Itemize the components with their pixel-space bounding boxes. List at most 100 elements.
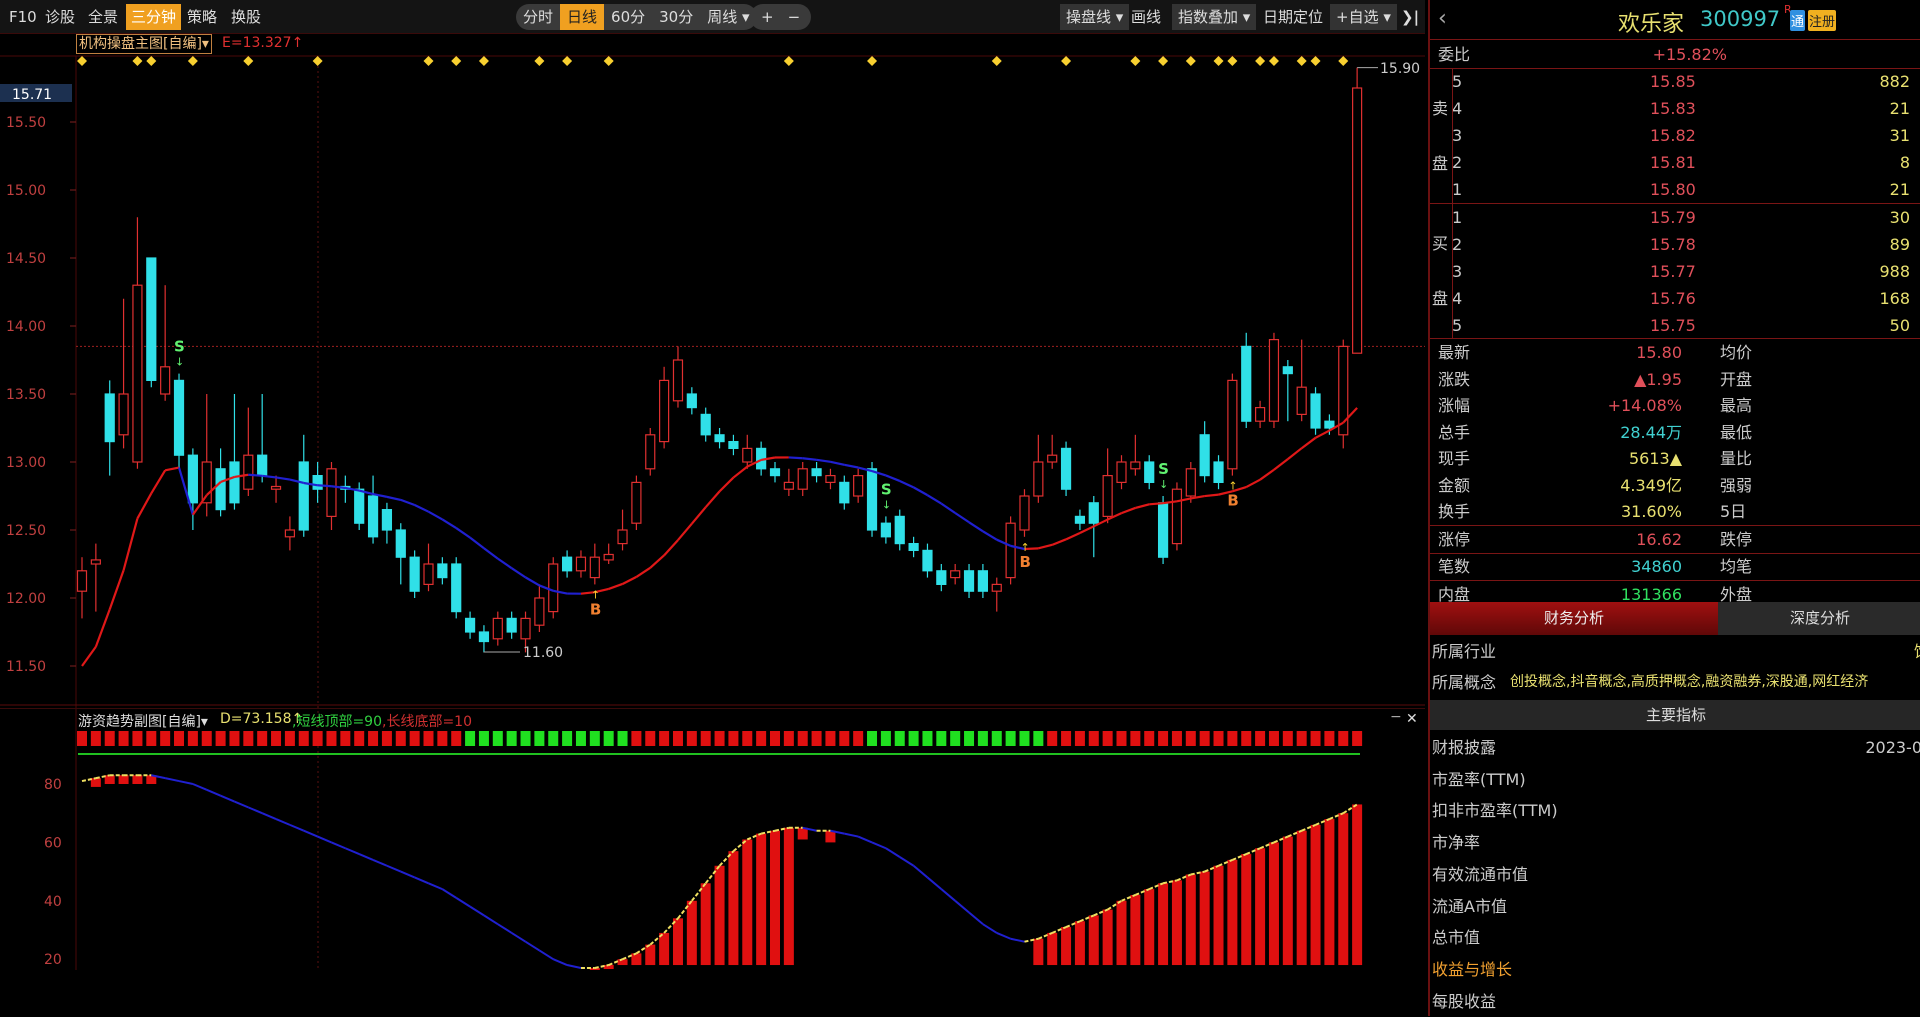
top-signal-block bbox=[812, 731, 822, 746]
level-price: 15.81 bbox=[1650, 149, 1696, 176]
bid-row[interactable]: 415.76168 bbox=[1430, 285, 1920, 312]
top-signal-block bbox=[424, 731, 434, 746]
back-icon[interactable]: ‹ bbox=[1438, 6, 1447, 31]
ask-row[interactable]: 415.8321 bbox=[1430, 95, 1920, 122]
bid-row[interactable]: 315.77988 bbox=[1430, 258, 1920, 285]
candle-body bbox=[771, 469, 780, 476]
stat-label: 笔数 bbox=[1438, 553, 1470, 580]
trend-bar bbox=[105, 775, 115, 784]
trend-bar bbox=[1200, 872, 1210, 965]
candle-body bbox=[1131, 462, 1140, 469]
candle-body bbox=[1200, 435, 1209, 476]
ma-line-segment bbox=[623, 577, 637, 584]
top-signal-block bbox=[271, 731, 281, 746]
ma-line-segment bbox=[262, 476, 276, 478]
candle-body bbox=[258, 455, 267, 475]
trend-bar bbox=[1214, 866, 1224, 965]
concept-value[interactable]: 创投概念,抖音概念,高质押概念,融资融券,深股通,网红经济 bbox=[1510, 669, 1868, 696]
candle-body bbox=[673, 360, 682, 401]
level-price: 15.85 bbox=[1650, 68, 1696, 95]
top-signal-block bbox=[174, 731, 184, 746]
trend-line-segment bbox=[914, 866, 928, 878]
top-signal-block bbox=[867, 731, 877, 746]
top-signal-block bbox=[687, 731, 697, 746]
diamond-marker bbox=[451, 56, 461, 66]
diamond-marker bbox=[479, 56, 489, 66]
level-number: 3 bbox=[1452, 122, 1462, 149]
concept-row: 所属概念 创投概念,抖音概念,高质押概念,融资融券,深股通,网红经济 bbox=[1430, 669, 1920, 699]
financial-label: 扣非市盈率(TTM) bbox=[1432, 795, 1558, 826]
tab-financial-analysis[interactable]: 财务分析 bbox=[1430, 602, 1718, 635]
level-volume: 21 bbox=[1890, 95, 1910, 122]
top-signal-block bbox=[77, 731, 87, 746]
ask-row[interactable]: 215.818 bbox=[1430, 149, 1920, 176]
long-bottom-value: ,长线底部=10 bbox=[382, 711, 472, 731]
quote-header: ‹ 欢乐家 300997 R 通 注册 bbox=[1430, 0, 1920, 40]
stat-value: 16.62 bbox=[1636, 526, 1682, 553]
trend-line-segment bbox=[359, 854, 373, 860]
level-volume: 8 bbox=[1900, 149, 1910, 176]
top-signal-block bbox=[146, 731, 156, 746]
level-volume: 31 bbox=[1890, 122, 1910, 149]
candle-body bbox=[1145, 462, 1154, 482]
diamond-marker bbox=[1158, 56, 1168, 66]
candle-body bbox=[188, 455, 197, 503]
current-price-tag: 15.71 bbox=[12, 87, 52, 103]
bid-row[interactable]: 115.7930 bbox=[1430, 204, 1920, 231]
top-signal-block bbox=[1338, 731, 1348, 746]
top-signal-block bbox=[257, 731, 267, 746]
d-value: D=73.158↑ bbox=[220, 711, 303, 727]
candle-body bbox=[147, 258, 156, 380]
stat-value: 5613▲ bbox=[1629, 445, 1682, 472]
trend-line-segment bbox=[221, 796, 235, 802]
ask-row[interactable]: 315.8231 bbox=[1430, 122, 1920, 149]
candle-body bbox=[1089, 503, 1098, 523]
bid-row[interactable]: 515.7550 bbox=[1430, 312, 1920, 339]
trend-line-segment bbox=[429, 883, 443, 889]
trend-line-segment bbox=[955, 901, 969, 913]
bid-row[interactable]: 215.7889 bbox=[1430, 231, 1920, 258]
trend-line-segment bbox=[941, 889, 955, 901]
top-signal-block bbox=[770, 731, 780, 746]
candle-body bbox=[299, 462, 308, 530]
candlestick-chart[interactable]: 15.7115.5015.0014.5014.0013.5013.0012.50… bbox=[0, 0, 1425, 970]
top-signal-block bbox=[701, 731, 711, 746]
minimize-subchart-button[interactable]: − bbox=[1390, 709, 1402, 725]
close-subchart-button[interactable]: ✕ bbox=[1406, 711, 1418, 727]
top-signal-block bbox=[1144, 731, 1154, 746]
stat-row: 涨停16.62跌停 bbox=[1430, 526, 1920, 553]
sub-y-tick-label: 40 bbox=[44, 894, 62, 910]
level-price: 15.78 bbox=[1650, 231, 1696, 258]
ma-line-segment bbox=[1135, 504, 1149, 508]
tab-depth-analysis[interactable]: 深度分析 bbox=[1718, 602, 1920, 635]
stat-label: 涨跌 bbox=[1438, 366, 1470, 393]
stat-label-right: 最低 bbox=[1720, 419, 1752, 446]
trend-bar bbox=[1144, 889, 1154, 965]
level-number: 4 bbox=[1452, 285, 1462, 312]
trend-bar bbox=[1103, 910, 1113, 965]
stat-label: 涨幅 bbox=[1438, 392, 1470, 419]
stat-label: 金额 bbox=[1438, 472, 1470, 499]
sub-indicator-selector[interactable]: 游资趋势副图[自编]▾ bbox=[78, 711, 208, 731]
ask-row[interactable]: 115.8021 bbox=[1430, 176, 1920, 203]
candle-body bbox=[355, 489, 364, 523]
top-signal-block bbox=[936, 731, 946, 746]
top-signal-block bbox=[91, 731, 101, 746]
ask-row[interactable]: 515.85882 bbox=[1430, 68, 1920, 95]
diamond-marker bbox=[1269, 56, 1279, 66]
sub-y-tick-label: 20 bbox=[44, 952, 62, 968]
trend-line-segment bbox=[886, 848, 900, 857]
level-number: 5 bbox=[1452, 312, 1462, 339]
ma-line-segment bbox=[692, 507, 706, 524]
candle-body bbox=[327, 469, 336, 517]
diamond-marker bbox=[1061, 56, 1071, 66]
candle-body bbox=[1034, 462, 1043, 496]
sub-y-tick-label: 60 bbox=[44, 835, 62, 851]
stat-value: +14.08% bbox=[1608, 392, 1682, 419]
top-signal-block bbox=[881, 731, 891, 746]
top-signal-block bbox=[354, 731, 364, 746]
trend-line-segment bbox=[900, 857, 914, 866]
candle-body bbox=[1020, 496, 1029, 530]
level-number: 4 bbox=[1452, 95, 1462, 122]
ma-line-segment bbox=[983, 531, 997, 539]
